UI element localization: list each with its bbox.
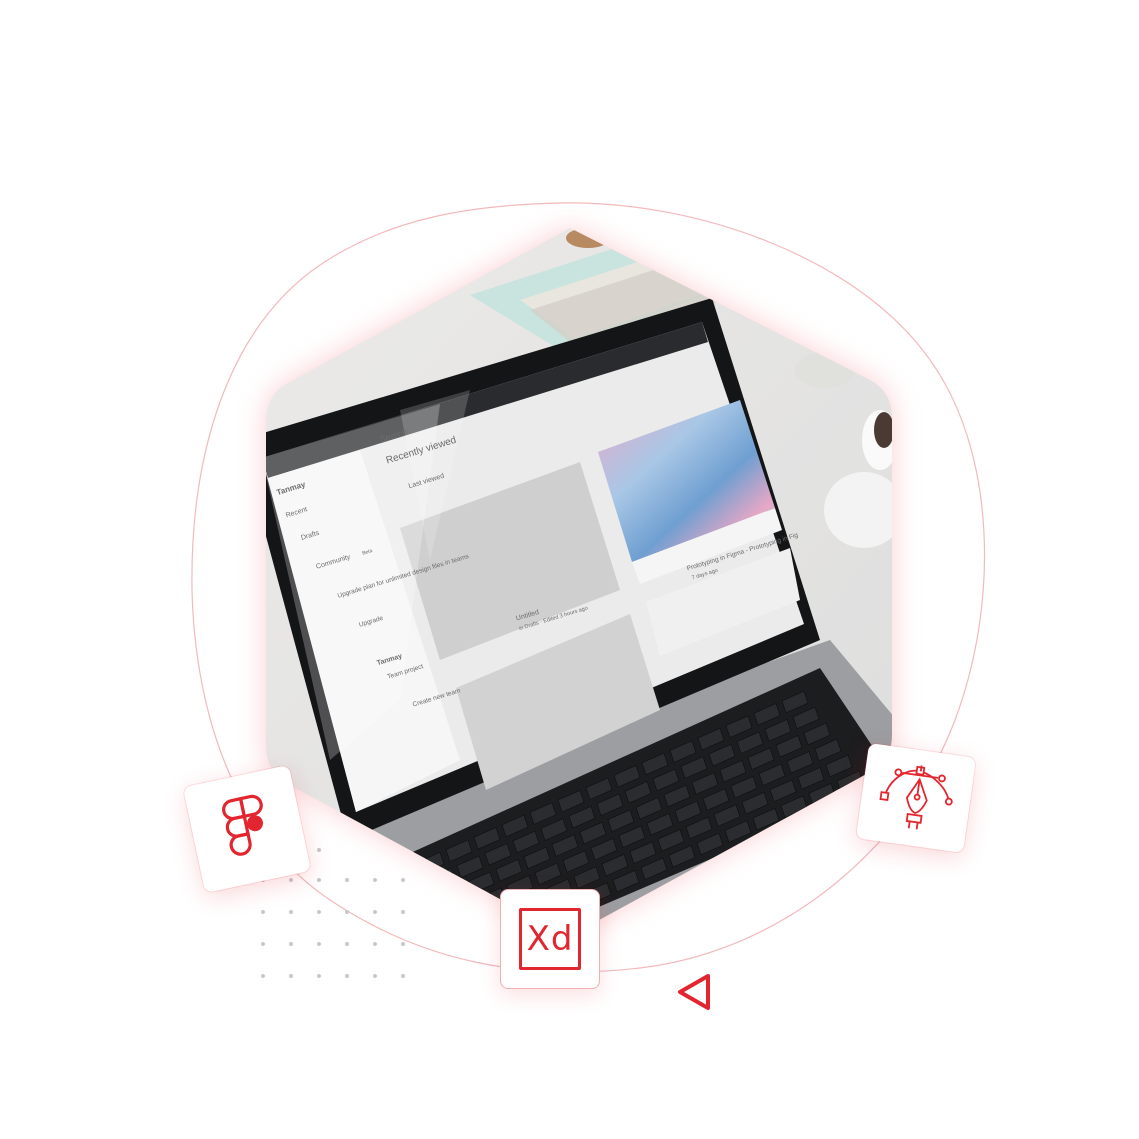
grid-dot	[289, 942, 293, 946]
grid-dot	[317, 848, 321, 852]
grid-dot	[345, 974, 349, 978]
grid-dot	[317, 974, 321, 978]
grid-dot	[345, 942, 349, 946]
key-cap	[439, 883, 467, 907]
key-cap	[450, 899, 478, 923]
grid-dot	[373, 942, 377, 946]
pen-tool-tile	[855, 742, 977, 854]
grid-dot	[261, 974, 265, 978]
grid-dot	[401, 878, 405, 882]
key-cap	[473, 932, 499, 954]
grid-dot	[373, 878, 377, 882]
grid-dot	[401, 974, 405, 978]
grid-dot	[373, 910, 377, 914]
xd-label: Xd	[526, 919, 574, 959]
grid-dot	[289, 878, 293, 882]
grid-dot	[317, 878, 321, 882]
grid-dot	[401, 942, 405, 946]
figma-tile	[182, 764, 312, 894]
grid-dot	[289, 974, 293, 978]
play-triangle-icon	[678, 974, 710, 1010]
grid-dot	[401, 910, 405, 914]
grid-dot	[345, 878, 349, 882]
grid-dot	[317, 910, 321, 914]
grid-dot	[317, 942, 321, 946]
grid-dot	[289, 910, 293, 914]
grid-dot	[373, 974, 377, 978]
key-cap	[461, 915, 489, 931]
adobe-xd-tile: Xd	[500, 889, 600, 989]
figma-logo-icon	[222, 794, 263, 856]
grid-dot	[345, 910, 349, 914]
vector-pen-tool-icon	[879, 765, 953, 830]
key-cap	[428, 867, 456, 891]
grid-dot	[261, 942, 265, 946]
grid-dot	[261, 910, 265, 914]
hero-illustration: Search Tanmay Recently viewed Last viewe…	[0, 0, 1139, 1139]
adobe-xd-logo-icon: Xd	[519, 908, 581, 970]
